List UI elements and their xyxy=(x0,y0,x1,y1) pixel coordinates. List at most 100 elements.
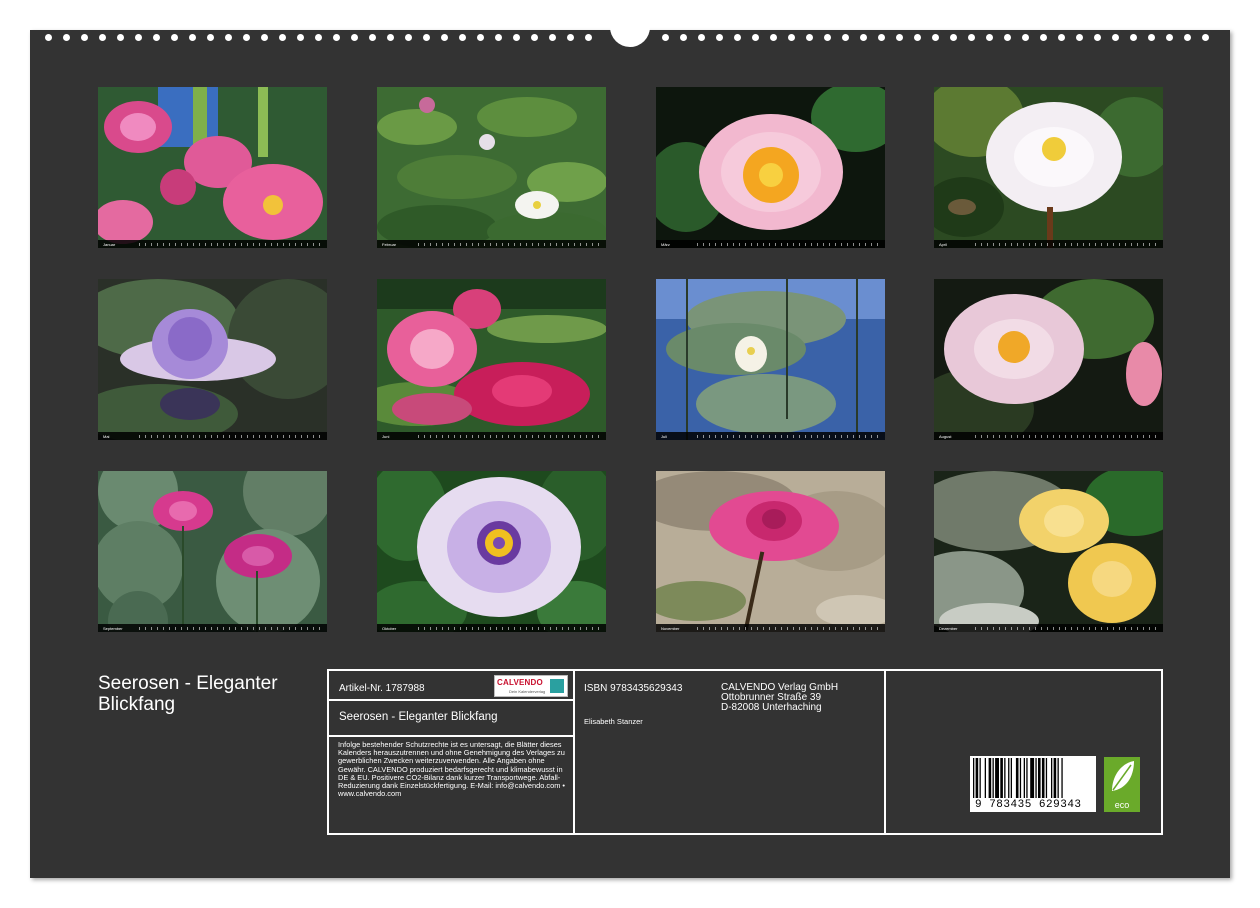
barcode-bar xyxy=(1026,758,1028,798)
pink-star-waterlilies-image xyxy=(98,471,327,632)
binding-hole xyxy=(405,34,412,41)
month-label: März xyxy=(661,241,670,247)
thumbnail-september: September xyxy=(98,471,327,632)
divider xyxy=(573,671,575,833)
barcode-bars xyxy=(973,758,1063,798)
month-strip: November xyxy=(656,624,885,632)
barcode-bar xyxy=(1041,758,1045,798)
binding-hole xyxy=(788,34,795,41)
thumbnail-january: Januar xyxy=(98,87,327,248)
days-row xyxy=(697,434,879,438)
binding-hole xyxy=(1184,34,1191,41)
pink-red-waterlilies-image xyxy=(377,279,606,440)
binding-hole xyxy=(896,34,903,41)
month-label: Januar xyxy=(103,241,116,247)
month-label: Juli xyxy=(661,433,668,439)
binding-hole xyxy=(1040,34,1047,41)
barcode-bar xyxy=(988,758,992,798)
binding-hole xyxy=(752,34,759,41)
logo-brand: CALVENDO xyxy=(497,678,543,687)
publisher-city: D-82008 Unterhaching xyxy=(721,702,822,713)
binding-hole xyxy=(333,34,340,41)
days-row xyxy=(418,626,600,630)
binding-hole xyxy=(585,34,592,41)
binding-hole xyxy=(495,34,502,41)
binding-hole xyxy=(806,34,813,41)
thumbnail-november: November xyxy=(656,471,885,632)
barcode-bar xyxy=(1015,758,1019,798)
binding-hole xyxy=(1148,34,1155,41)
binding-hole xyxy=(734,34,741,41)
binding-hole xyxy=(1094,34,1101,41)
binding-hole xyxy=(423,34,430,41)
white-waterlily-reeds-image xyxy=(656,279,885,440)
binding-hole xyxy=(207,34,214,41)
binding-hole xyxy=(279,34,286,41)
thumbnail-february: Februar xyxy=(377,87,606,248)
binding-hole xyxy=(171,34,178,41)
days-row xyxy=(975,434,1157,438)
barcode-bar xyxy=(1000,758,1003,798)
publisher-address: CALVENDO Verlag GmbH Ottobrunner Straße … xyxy=(721,683,838,713)
binding-hole xyxy=(842,34,849,41)
imprint-box: Artikel-Nr. 1787988 CALVENDO Dein Kalend… xyxy=(327,669,1163,835)
binding-hole xyxy=(297,34,304,41)
thumbnail-may: Mai xyxy=(98,279,327,440)
barcode-bar xyxy=(992,758,994,798)
days-row xyxy=(975,626,1157,630)
barcode-bar xyxy=(1045,758,1048,798)
binding-hole xyxy=(243,34,250,41)
barcode-bar xyxy=(1038,758,1041,798)
isbn-barcode: 9 783435 629343 xyxy=(970,756,1096,812)
binding-hole xyxy=(824,34,831,41)
barcode-bar xyxy=(1030,758,1035,798)
thumbnail-december: Dezember xyxy=(934,471,1163,632)
binding-hole xyxy=(1112,34,1119,41)
pink-waterlily-mud-image xyxy=(656,471,885,632)
month-strip: August xyxy=(934,432,1163,440)
barcode-bar xyxy=(1008,758,1010,798)
month-strip: September xyxy=(98,624,327,632)
binding-hole xyxy=(662,34,669,41)
thumbnail-august: August xyxy=(934,279,1163,440)
binding-hole xyxy=(716,34,723,41)
days-row xyxy=(975,242,1157,246)
binding-hole xyxy=(698,34,705,41)
binding-hole xyxy=(531,34,538,41)
binding-hole xyxy=(950,34,957,41)
thumbnail-july: Juli xyxy=(656,279,885,440)
purple-waterlily-image xyxy=(98,279,327,440)
legal-notice: Infolge bestehender Schutzrechte ist es … xyxy=(338,740,565,799)
days-row xyxy=(697,626,879,630)
yellow-waterlilies-image xyxy=(934,471,1163,632)
divider xyxy=(329,735,574,737)
thumbnail-march: März xyxy=(656,87,885,248)
barcode-bar xyxy=(1023,758,1025,798)
month-label: April xyxy=(939,241,948,247)
month-label: Juni xyxy=(382,433,390,439)
days-row xyxy=(139,626,321,630)
binding-hole xyxy=(932,34,939,41)
white-waterlily-frog-image xyxy=(934,87,1163,248)
logo-tagline: Dein Kalenderverlag xyxy=(509,689,546,694)
month-strip: Juni xyxy=(377,432,606,440)
pink-white-waterlily-image xyxy=(656,87,885,248)
barcode-bar xyxy=(1019,758,1022,798)
binding-hole xyxy=(1004,34,1011,41)
binding-hole xyxy=(135,34,142,41)
binding-hole xyxy=(351,34,358,41)
binding-hole xyxy=(1166,34,1173,41)
binding-hole xyxy=(914,34,921,41)
author: Elisabeth Stanzer xyxy=(584,717,643,726)
month-strip: April xyxy=(934,240,1163,248)
binding-hole xyxy=(315,34,322,41)
thumbnail-april: April xyxy=(934,87,1163,248)
month-label: November xyxy=(661,625,680,631)
month-label: September xyxy=(103,625,123,631)
barcode-bar xyxy=(1051,758,1053,798)
month-strip: Februar xyxy=(377,240,606,248)
article-number: Artikel-Nr. 1787988 xyxy=(339,683,425,694)
month-label: Oktober xyxy=(382,625,397,631)
binding-hole xyxy=(441,34,448,41)
calendar-back-page: Januar Februar März April Mai Juni Juli … xyxy=(30,24,1230,878)
